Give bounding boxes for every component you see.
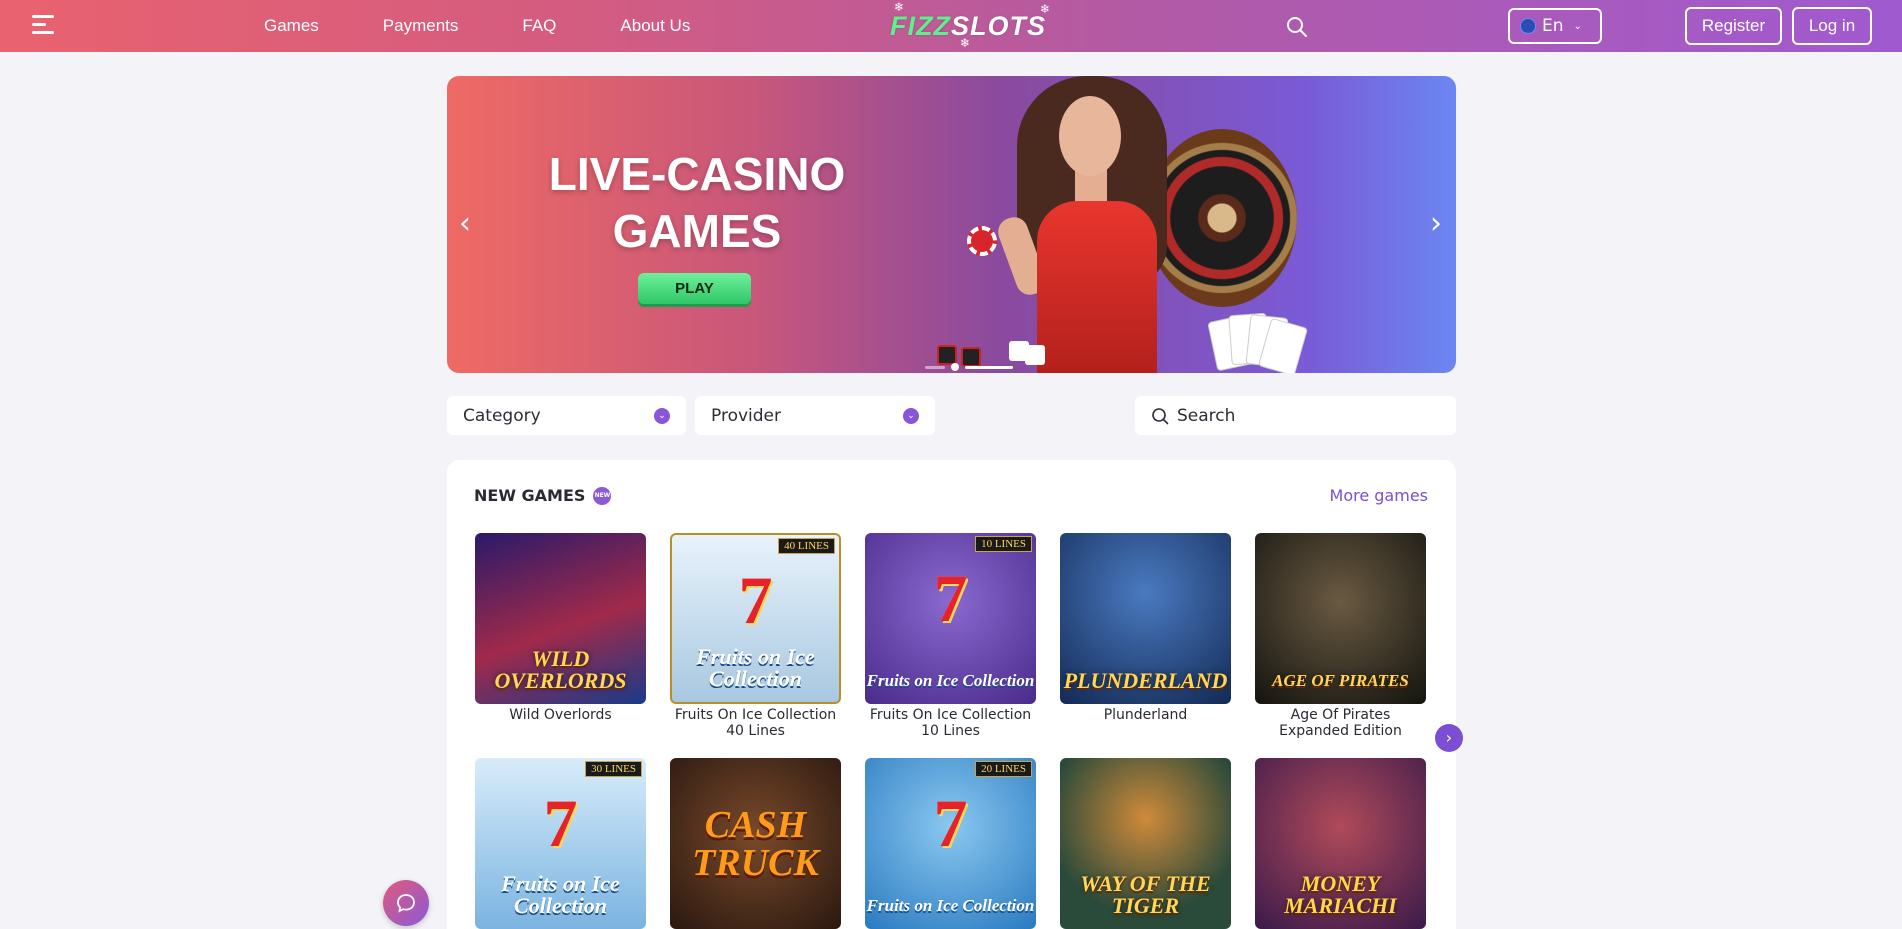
game-tile[interactable]: 40 LINES 7 Fruits on Ice Collection Frui… — [670, 533, 841, 739]
game-thumbnail[interactable]: 10 LINES 7 Fruits on Ice Collection — [865, 533, 1036, 704]
playing-cards-image — [1207, 312, 1309, 373]
lines-badge: 10 LINES — [975, 536, 1032, 552]
game-tile[interactable]: WAY OF THE TIGER — [1060, 758, 1231, 929]
game-thumbnail-title: PLUNDERLAND — [1063, 668, 1228, 693]
eu-flag-icon — [1520, 18, 1536, 34]
game-thumbnail-title: AGE OF PIRATES — [1272, 671, 1409, 690]
game-thumbnail-title: Fruits on Ice Collection — [866, 896, 1035, 915]
game-thumbnail[interactable]: 40 LINES 7 Fruits on Ice Collection — [670, 533, 841, 704]
game-name: Fruits On Ice Collection 40 Lines — [674, 707, 837, 739]
nav-games[interactable]: Games — [264, 16, 319, 36]
game-tile[interactable]: 10 LINES 7 Fruits on Ice Collection Frui… — [865, 533, 1036, 739]
game-tile[interactable]: 20 LINES 7 Fruits on Ice Collection — [865, 758, 1036, 929]
nav-faq[interactable]: FAQ — [522, 16, 556, 36]
game-tile[interactable]: CASH TRUCK — [670, 758, 841, 929]
chevron-down-icon: ⌄ — [903, 408, 919, 424]
nav-about-us[interactable]: About Us — [620, 16, 690, 36]
game-name: Fruits On Ice Collection 10 Lines — [869, 707, 1032, 739]
pagination-dot[interactable] — [951, 363, 959, 371]
game-thumbnail-title: MONEY MARIACHI — [1284, 871, 1397, 918]
lines-badge: 30 LINES — [585, 761, 642, 777]
chat-icon — [397, 894, 415, 913]
category-label: Category — [463, 405, 541, 426]
fizzslots-logo[interactable]: ❄ ❄ ❄ FIZZSLOTS — [880, 0, 1056, 50]
game-thumbnail[interactable]: MONEY MARIACHI — [1255, 758, 1426, 929]
new-badge-icon: NEW — [593, 486, 612, 505]
section-title: NEW GAMES NEW — [474, 486, 612, 505]
language-label: En — [1542, 16, 1564, 36]
banner-title: LIVE-CASINO GAMES — [548, 148, 846, 257]
lucky-seven-icon: 7 — [543, 785, 578, 861]
section-title-text: NEW GAMES — [474, 486, 586, 505]
chevron-down-icon: ⌄ — [654, 408, 670, 424]
play-button[interactable]: PLAY — [638, 273, 751, 304]
game-name: Age Of Pirates Expanded Edition — [1279, 707, 1402, 739]
game-thumbnail[interactable]: 30 LINES 7 Fruits on Ice Collection — [475, 758, 646, 929]
login-button[interactable]: Log in — [1792, 7, 1872, 45]
games-next-button[interactable]: › — [1435, 724, 1463, 752]
main-nav: Games Payments FAQ About Us — [264, 0, 690, 52]
game-thumbnail[interactable]: WAY OF THE TIGER — [1060, 758, 1231, 929]
language-selector[interactable]: En ⌄ — [1508, 8, 1602, 44]
promo-banner[interactable]: LIVE-CASINO GAMES PLAY ‹ › — [447, 76, 1456, 373]
search-input[interactable] — [1177, 405, 1437, 426]
game-tile[interactable]: AGE OF PIRATES Age Of Pirates Expanded E… — [1255, 533, 1426, 739]
menu-icon[interactable] — [32, 15, 58, 37]
banner-pagination — [925, 363, 1013, 371]
search-icon — [1152, 407, 1169, 424]
casino-chip-image — [967, 226, 997, 256]
game-tile[interactable]: MONEY MARIACHI — [1255, 758, 1426, 929]
chevron-down-icon: ⌄ — [1573, 20, 1582, 32]
game-thumbnail-title: WAY OF THE TIGER — [1080, 871, 1211, 918]
pagination-dot-active[interactable] — [965, 365, 1013, 369]
pagination-dot[interactable] — [925, 365, 945, 369]
banner-hostess-image — [994, 76, 1197, 373]
game-thumbnail[interactable]: CASH TRUCK — [670, 758, 841, 929]
game-tile[interactable]: 30 LINES 7 Fruits on Ice Collection — [475, 758, 646, 929]
more-games-link[interactable]: More games — [1330, 486, 1428, 505]
lucky-seven-icon: 7 — [738, 562, 773, 638]
lines-badge: 40 LINES — [778, 538, 835, 554]
live-chat-button[interactable] — [383, 880, 429, 926]
game-thumbnail[interactable]: AGE OF PIRATES — [1255, 533, 1426, 704]
game-tile[interactable]: WILD OVERLORDS Wild Overlords — [475, 533, 646, 723]
game-thumbnail-title: Fruits on Ice Collection — [866, 671, 1035, 690]
register-button[interactable]: Register — [1685, 7, 1782, 45]
lucky-seven-icon: 7 — [933, 785, 968, 861]
game-thumbnail-title: Fruits on Ice Collection — [696, 644, 815, 691]
lucky-seven-icon: 7 — [933, 560, 968, 636]
game-thumbnail-title: Fruits on Ice Collection — [501, 871, 620, 918]
game-thumbnail-title: CASH TRUCK — [692, 803, 819, 884]
game-name: Plunderland — [1103, 707, 1188, 723]
game-thumbnail-title: WILD OVERLORDS — [494, 646, 627, 693]
provider-label: Provider — [711, 405, 781, 426]
banner-prev-arrow[interactable]: ‹ — [455, 209, 475, 239]
lines-badge: 20 LINES — [975, 761, 1032, 777]
category-dropdown[interactable]: Category ⌄ — [447, 396, 686, 435]
game-thumbnail[interactable]: WILD OVERLORDS — [475, 533, 646, 704]
top-header: Games Payments FAQ About Us ❄ ❄ ❄ FIZZSL… — [0, 0, 1902, 52]
provider-dropdown[interactable]: Provider ⌄ — [695, 396, 935, 435]
game-search[interactable] — [1135, 396, 1456, 435]
game-tile[interactable]: PLUNDERLAND Plunderland — [1060, 533, 1231, 723]
game-thumbnail[interactable]: PLUNDERLAND — [1060, 533, 1231, 704]
game-thumbnail[interactable]: 20 LINES 7 Fruits on Ice Collection — [865, 758, 1036, 929]
search-icon[interactable] — [1286, 16, 1308, 38]
banner-next-arrow[interactable]: › — [1426, 209, 1446, 239]
game-name: Wild Overlords — [509, 707, 612, 723]
nav-payments[interactable]: Payments — [383, 16, 459, 36]
new-games-section: NEW GAMES NEW More games WILD OVERLORDS … — [447, 460, 1456, 929]
